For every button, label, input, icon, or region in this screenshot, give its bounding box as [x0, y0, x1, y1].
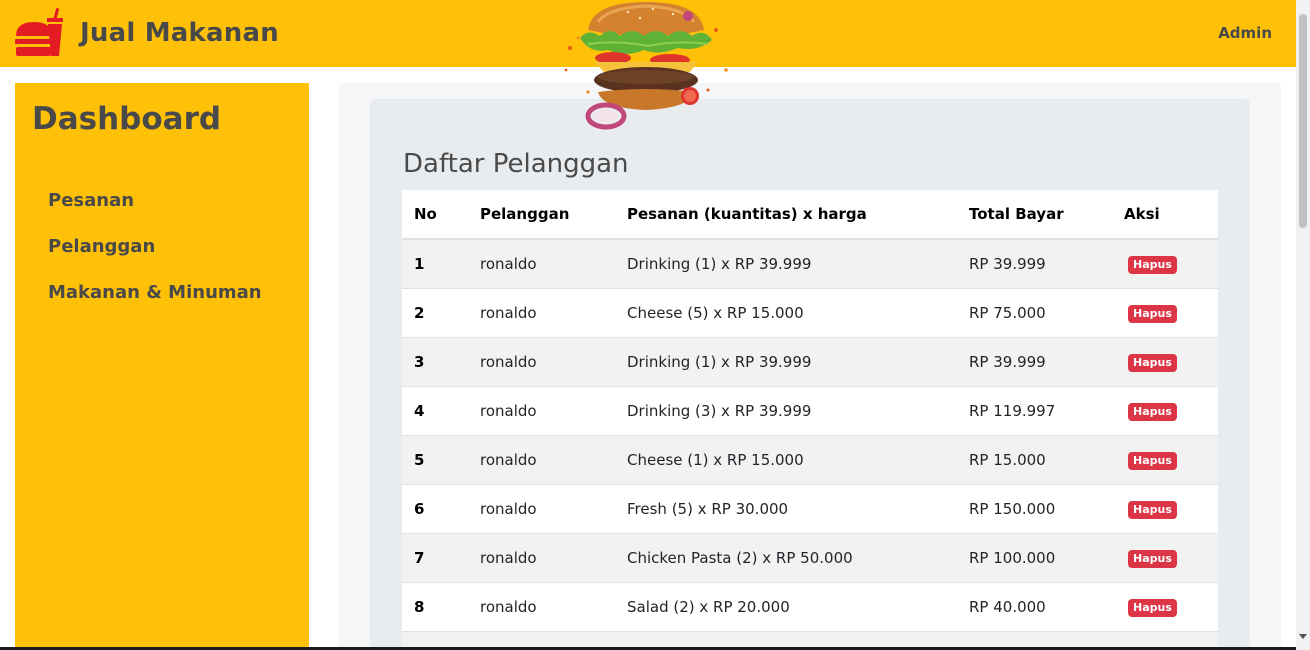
- row-total: RP 100.000: [969, 548, 1056, 567]
- table-row: 2 ronaldo Cheese (5) x RP 15.000 RP 75.0…: [402, 288, 1218, 337]
- delete-button[interactable]: Hapus: [1128, 549, 1177, 568]
- row-pelanggan: ronaldo: [480, 352, 537, 371]
- delete-button[interactable]: Hapus: [1128, 500, 1177, 519]
- column-header-pesanan: Pesanan (kuantitas) x harga: [615, 190, 957, 240]
- sidebar-menu: Pesanan Pelanggan Makanan & Minuman: [48, 189, 262, 327]
- column-header-pelanggan: Pelanggan: [468, 190, 615, 240]
- row-no: 4: [414, 401, 425, 420]
- table-row: 7 ronaldo Chicken Pasta (2) x RP 50.000 …: [402, 533, 1218, 582]
- column-header-no: No: [402, 190, 468, 240]
- scrollbar-thumb[interactable]: [1299, 14, 1307, 228]
- row-pelanggan: ronaldo: [480, 597, 537, 616]
- table-row: 1 ronaldo Drinking (1) x RP 39.999 RP 39…: [402, 239, 1218, 288]
- table-body: 1 ronaldo Drinking (1) x RP 39.999 RP 39…: [402, 239, 1218, 650]
- delete-button[interactable]: Hapus: [1128, 304, 1177, 323]
- sidebar: Dashboard Pesanan Pelanggan Makanan & Mi…: [15, 83, 309, 650]
- admin-link[interactable]: Admin: [1218, 24, 1272, 42]
- row-pesanan: Cheese (5) x RP 15.000: [627, 303, 804, 322]
- sidebar-item-pesanan[interactable]: Pesanan: [48, 189, 262, 235]
- sidebar-item-pelanggan[interactable]: Pelanggan: [48, 235, 262, 281]
- row-total: RP 119.997: [969, 401, 1056, 420]
- table-row: 6 ronaldo Fresh (5) x RP 30.000 RP 150.0…: [402, 484, 1218, 533]
- row-pelanggan: ronaldo: [480, 450, 537, 469]
- row-no: 3: [414, 352, 425, 371]
- delete-button[interactable]: Hapus: [1128, 451, 1177, 470]
- row-pesanan: Salad (2) x RP 20.000: [627, 597, 790, 616]
- table-row: 4 ronaldo Drinking (3) x RP 39.999 RP 11…: [402, 386, 1218, 435]
- row-pesanan: Fresh (5) x RP 30.000: [627, 499, 789, 518]
- burger-image: [564, 2, 728, 130]
- customer-card: Daftar Pelanggan No Pelanggan Pesanan (k…: [370, 99, 1250, 650]
- customer-table: No Pelanggan Pesanan (kuantitas) x harga…: [402, 190, 1218, 650]
- table-header-row: No Pelanggan Pesanan (kuantitas) x harga…: [402, 190, 1218, 240]
- sidebar-title[interactable]: Dashboard: [32, 101, 221, 137]
- row-pesanan: Drinking (1) x RP 39.999: [627, 352, 812, 371]
- row-pelanggan: ronaldo: [480, 254, 537, 273]
- row-pesanan: Drinking (1) x RP 39.999: [627, 254, 812, 273]
- sidebar-item-makanan-minuman[interactable]: Makanan & Minuman: [48, 281, 262, 327]
- row-no: 7: [414, 548, 425, 567]
- row-pelanggan: ronaldo: [480, 401, 537, 420]
- row-pelanggan: ronaldo: [480, 548, 537, 567]
- row-no: 2: [414, 303, 425, 322]
- row-pesanan: Cheese (1) x RP 15.000: [627, 450, 804, 469]
- row-total: RP 40.000: [969, 597, 1046, 616]
- delete-button[interactable]: Hapus: [1128, 598, 1177, 617]
- row-total: RP 150.000: [969, 499, 1056, 518]
- row-no: 5: [414, 450, 425, 469]
- table-row: 5 ronaldo Cheese (1) x RP 15.000 RP 15.0…: [402, 435, 1218, 484]
- row-pesanan: Drinking (3) x RP 39.999: [627, 401, 812, 420]
- page-scrollbar[interactable]: [1296, 0, 1310, 650]
- column-header-aksi: Aksi: [1112, 190, 1218, 240]
- brand-title: Jual Makanan: [80, 18, 279, 48]
- scroll-down-arrow-icon[interactable]: [1299, 634, 1307, 639]
- delete-button[interactable]: Hapus: [1128, 353, 1177, 372]
- row-no: 8: [414, 597, 425, 616]
- row-pelanggan: ronaldo: [480, 303, 537, 322]
- row-no: 1: [414, 254, 425, 273]
- delete-button[interactable]: Hapus: [1128, 255, 1177, 274]
- delete-button[interactable]: Hapus: [1128, 402, 1177, 421]
- column-header-total: Total Bayar: [957, 190, 1112, 240]
- table-row: 8 ronaldo Salad (2) x RP 20.000 RP 40.00…: [402, 582, 1218, 631]
- row-total: RP 39.999: [969, 254, 1046, 273]
- page-title: Daftar Pelanggan: [403, 149, 629, 179]
- row-total: RP 75.000: [969, 303, 1046, 322]
- row-total: RP 15.000: [969, 450, 1046, 469]
- row-pesanan: Chicken Pasta (2) x RP 50.000: [627, 548, 853, 567]
- row-total: RP 39.999: [969, 352, 1046, 371]
- brand[interactable]: Jual Makanan: [14, 8, 279, 58]
- table-row: 3 ronaldo Drinking (1) x RP 39.999 RP 39…: [402, 337, 1218, 386]
- row-no: 6: [414, 499, 425, 518]
- row-pelanggan: ronaldo: [480, 499, 537, 518]
- fast-food-icon: [15, 8, 63, 56]
